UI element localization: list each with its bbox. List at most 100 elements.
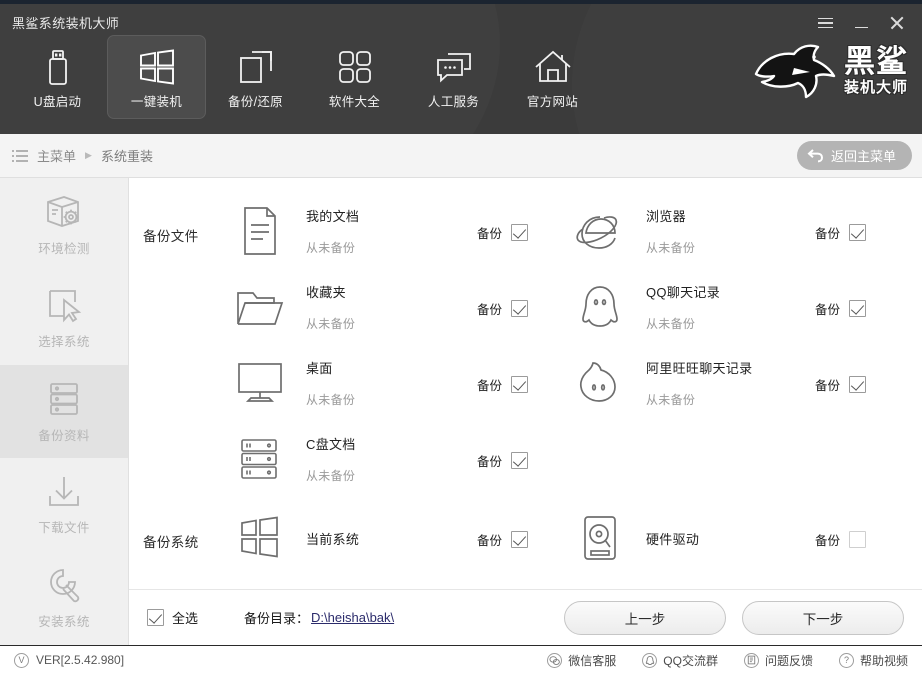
checkbox[interactable] — [849, 224, 866, 241]
backup-checkbox-aliwangwang-chat[interactable]: 备份 — [815, 375, 866, 394]
close-button[interactable] — [882, 11, 912, 35]
checkbox[interactable] — [849, 376, 866, 393]
nav-item-usb-boot[interactable]: U盘启动 — [8, 35, 107, 119]
footer-link-qq-group[interactable]: QQ交流群 — [642, 652, 718, 669]
v-circle-icon: V — [14, 653, 29, 668]
previous-step-button[interactable]: 上一步 — [564, 601, 726, 635]
item-status: 从未备份 — [306, 239, 359, 256]
backup-checkbox-browser[interactable]: 备份 — [815, 223, 866, 242]
nav-label: 一键装机 — [131, 91, 182, 110]
backup-checkbox-c-drive-docs[interactable]: 备份 — [477, 451, 528, 470]
backup-checkbox-favorites[interactable]: 备份 — [477, 299, 528, 318]
minimize-icon — [855, 27, 868, 29]
item-status: 从未备份 — [646, 391, 752, 408]
backup-item-favorites[interactable]: 收藏夹 从未备份 — [232, 279, 355, 335]
minimize-button[interactable] — [846, 11, 876, 35]
backup-item-aliwangwang-chat[interactable]: 阿里旺旺聊天记录 从未备份 — [572, 355, 752, 411]
sidebar-item-install-system[interactable]: 安装系统 — [0, 552, 128, 645]
item-status: 从未备份 — [306, 467, 356, 484]
checkbox-label: 备份 — [815, 530, 840, 549]
backup-directory: 备份目录： D:\heisha\bak\ — [244, 608, 394, 627]
section-label-backup-files: 备份文件 — [143, 225, 199, 245]
back-button-label: 返回主菜单 — [831, 146, 896, 165]
select-all-control[interactable]: 全选 — [147, 608, 198, 627]
nav-item-software[interactable]: 软件大全 — [305, 35, 404, 119]
checkbox[interactable] — [849, 531, 866, 548]
backup-item-qq-chat[interactable]: QQ聊天记录 从未备份 — [572, 279, 720, 335]
sidebar: 环境检测 选择系统 备份资料 — [0, 178, 129, 645]
sidebar-item-environment-check[interactable]: 环境检测 — [0, 178, 128, 271]
window-controls — [810, 11, 912, 35]
sidebar-item-download-files[interactable]: 下载文件 — [0, 458, 128, 551]
select-all-checkbox[interactable] — [147, 609, 164, 626]
next-step-button[interactable]: 下一步 — [742, 601, 904, 635]
backup-data-icon — [46, 380, 82, 418]
item-texts: QQ聊天记录 从未备份 — [646, 279, 720, 335]
backup-checkbox-qq-chat[interactable]: 备份 — [815, 299, 866, 318]
footer-link-help-video[interactable]: ? 帮助视频 — [839, 652, 908, 669]
item-texts: 桌面 从未备份 — [306, 355, 355, 411]
brand-logo: 黑鲨 装机大师 — [748, 38, 908, 104]
aliwangwang-icon — [572, 359, 628, 407]
sidebar-label: 选择系统 — [38, 331, 90, 350]
checkbox-label: 备份 — [815, 375, 840, 394]
backup-item-desktop[interactable]: 桌面 从未备份 — [232, 355, 355, 411]
backup-directory-path-link[interactable]: D:\heisha\bak\ — [311, 610, 394, 625]
checkbox-label: 备份 — [477, 451, 502, 470]
backup-item-hardware-drivers[interactable]: 硬件驱动 — [572, 510, 699, 566]
sidebar-label: 备份资料 — [38, 425, 90, 444]
main-nav: U盘启动 一键装机 — [8, 35, 602, 119]
sidebar-item-backup-data[interactable]: 备份资料 — [0, 365, 128, 458]
checkbox[interactable] — [511, 224, 528, 241]
sidebar-item-select-system[interactable]: 选择系统 — [0, 271, 128, 364]
item-status: 从未备份 — [306, 391, 355, 408]
footer-link-label: QQ交流群 — [663, 652, 718, 669]
backup-item-c-drive-docs[interactable]: C盘文档 从未备份 — [232, 431, 356, 487]
chat-bubbles-icon — [435, 45, 473, 89]
nav-label: 官方网站 — [527, 91, 578, 110]
backup-item-browser[interactable]: 浏览器 从未备份 — [572, 203, 695, 259]
backup-item-current-system[interactable]: 当前系统 — [232, 510, 359, 566]
backup-checkbox-current-system[interactable]: 备份 — [477, 530, 528, 549]
nav-item-human-service[interactable]: 人工服务 — [404, 35, 503, 119]
nav-item-one-key-install[interactable]: 一键装机 — [107, 35, 206, 119]
version-text: VER[2.5.42.980] — [36, 653, 124, 667]
feedback-icon — [744, 653, 759, 668]
breadcrumb-current: 系统重装 — [101, 146, 153, 165]
usb-drive-icon — [43, 45, 73, 89]
backup-checkbox-my-documents[interactable]: 备份 — [477, 223, 528, 242]
menu-button[interactable] — [810, 11, 840, 35]
item-name: C盘文档 — [306, 434, 356, 453]
backup-checkbox-desktop[interactable]: 备份 — [477, 375, 528, 394]
checkbox[interactable] — [511, 300, 528, 317]
item-name: 我的文档 — [306, 206, 359, 225]
back-arrow-icon — [807, 148, 824, 163]
nav-item-backup-restore[interactable]: 备份/还原 — [206, 35, 305, 119]
shark-logo-icon — [748, 38, 840, 104]
footer-link-label: 帮助视频 — [860, 652, 908, 669]
checkbox-label: 备份 — [815, 223, 840, 242]
section-label-backup-system: 备份系统 — [143, 531, 199, 551]
sidebar-label: 环境检测 — [38, 238, 90, 257]
nav-label: U盘启动 — [34, 91, 82, 110]
backup-item-my-documents[interactable]: 我的文档 从未备份 — [232, 203, 359, 259]
item-texts: 阿里旺旺聊天记录 从未备份 — [646, 355, 752, 411]
server-rack-icon — [232, 435, 288, 483]
item-name: 阿里旺旺聊天记录 — [646, 358, 752, 377]
footer-link-wechat-support[interactable]: 微信客服 — [547, 652, 616, 669]
app-title: 黑鲨系统装机大师 — [12, 13, 119, 32]
checkbox[interactable] — [511, 531, 528, 548]
checkbox-label: 备份 — [815, 299, 840, 318]
backup-checkbox-hardware-drivers[interactable]: 备份 — [815, 530, 866, 549]
nav-item-official-site[interactable]: 官方网站 — [503, 35, 602, 119]
checkbox[interactable] — [849, 300, 866, 317]
checkbox[interactable] — [511, 452, 528, 469]
back-to-main-menu-button[interactable]: 返回主菜单 — [797, 141, 912, 170]
application-window: 黑鲨系统装机大师 — [0, 0, 922, 674]
item-texts: C盘文档 从未备份 — [306, 431, 356, 487]
brand-subtitle: 装机大师 — [844, 80, 908, 95]
breadcrumb-root[interactable]: 主菜单 — [37, 146, 76, 165]
checkbox[interactable] — [511, 376, 528, 393]
select-all-label: 全选 — [172, 608, 198, 627]
footer-link-feedback[interactable]: 问题反馈 — [744, 652, 813, 669]
